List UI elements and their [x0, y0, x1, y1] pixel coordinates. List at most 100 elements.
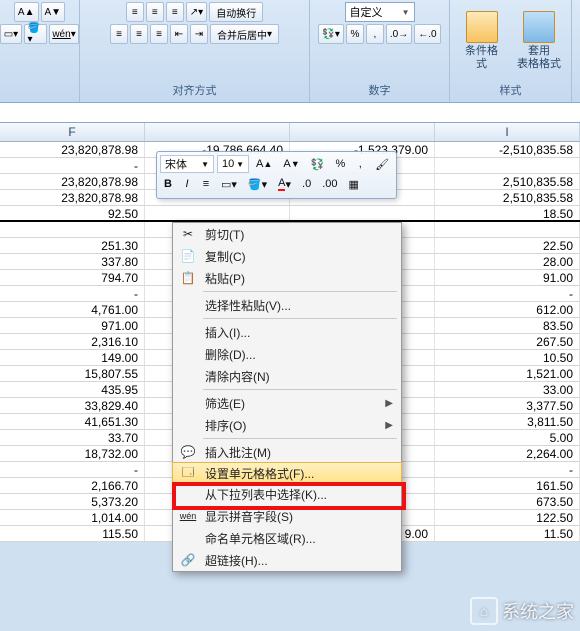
cell[interactable]: 1,521.00: [435, 366, 580, 381]
phonetic-btn[interactable]: wén▾: [49, 24, 78, 44]
wrap-text[interactable]: 自动换行: [209, 2, 263, 22]
cell[interactable]: -: [0, 286, 145, 301]
indent-dec[interactable]: ⇤: [170, 24, 188, 44]
cell[interactable]: 23,820,878.98: [0, 190, 145, 205]
cell[interactable]: 92.50: [0, 206, 145, 220]
ctx-insert[interactable]: 插入(I)...: [173, 321, 401, 343]
cell[interactable]: 612.00: [435, 302, 580, 317]
cell[interactable]: 10.50: [435, 350, 580, 365]
cell[interactable]: [435, 158, 580, 173]
cell[interactable]: 3,377.50: [435, 398, 580, 413]
cell[interactable]: 115.50: [0, 526, 145, 541]
orientation[interactable]: ↗▾: [186, 2, 207, 22]
cell[interactable]: 11.50: [435, 526, 580, 541]
mini-merge[interactable]: ▦: [345, 175, 363, 193]
align-top[interactable]: ≡: [126, 2, 144, 22]
cell[interactable]: -: [435, 462, 580, 477]
mini-fill[interactable]: 🪣▾: [244, 175, 271, 193]
mini-grow-font[interactable]: A▲: [252, 155, 276, 173]
align-middle[interactable]: ≡: [146, 2, 164, 22]
cell[interactable]: [290, 206, 435, 220]
cell[interactable]: [145, 206, 290, 220]
mini-currency[interactable]: 💱: [307, 155, 329, 173]
mini-font-color[interactable]: A▾: [274, 175, 295, 193]
number-format-combo[interactable]: 自定义▼: [345, 2, 415, 22]
cell[interactable]: 337.80: [0, 254, 145, 269]
ctx-phonetic[interactable]: wén显示拼音字段(S): [173, 505, 401, 527]
ctx-delete[interactable]: 删除(D)...: [173, 343, 401, 365]
table-row[interactable]: 92.50 18.50: [0, 206, 580, 222]
currency-btn[interactable]: 💱▾: [318, 24, 343, 44]
font-size-down[interactable]: A▼: [41, 2, 66, 22]
ctx-filter[interactable]: 筛选(E)▶: [173, 392, 401, 414]
align-bottom[interactable]: ≡: [166, 2, 184, 22]
merge-center[interactable]: 合并后居中 ▾: [210, 24, 279, 44]
cell[interactable]: 33,829.40: [0, 398, 145, 413]
mini-format-painter[interactable]: 🖌: [371, 155, 393, 173]
col-header[interactable]: [145, 123, 290, 141]
cell[interactable]: 2,510,835.58: [435, 174, 580, 189]
cell[interactable]: [0, 222, 145, 237]
cell[interactable]: 149.00: [0, 350, 145, 365]
col-header[interactable]: I: [435, 123, 580, 141]
ctx-pick-from-list[interactable]: 从下拉列表中选择(K)...: [173, 483, 401, 505]
indent-inc[interactable]: ⇥: [190, 24, 208, 44]
ctx-hyperlink[interactable]: 🔗超链接(H)...: [173, 549, 401, 571]
font-size-up[interactable]: A▲: [14, 2, 39, 22]
ctx-paste[interactable]: 📋粘贴(P): [173, 267, 401, 289]
align-left[interactable]: ≡: [110, 24, 128, 44]
mini-bold[interactable]: B: [160, 175, 176, 193]
cell[interactable]: 33.00: [435, 382, 580, 397]
ctx-paste-special[interactable]: 选择性粘贴(V)...: [173, 294, 401, 316]
cell[interactable]: -: [435, 286, 580, 301]
cell[interactable]: 18.50: [435, 206, 580, 220]
ctx-format-cells[interactable]: 🗔设置单元格格式(F)...: [172, 462, 402, 484]
cell[interactable]: 18,732.00: [0, 446, 145, 461]
cell[interactable]: 3,811.50: [435, 414, 580, 429]
fill-color-btn[interactable]: 🪣▾: [24, 24, 48, 44]
cell[interactable]: 91.00: [435, 270, 580, 285]
ctx-copy[interactable]: 📄复制(C): [173, 245, 401, 267]
cell[interactable]: 267.50: [435, 334, 580, 349]
align-center[interactable]: ≡: [130, 24, 148, 44]
ctx-cut[interactable]: ✂剪切(T): [173, 223, 401, 245]
ctx-clear[interactable]: 清除内容(N): [173, 365, 401, 387]
cell[interactable]: 2,264.00: [435, 446, 580, 461]
cell[interactable]: -: [0, 158, 145, 173]
cell[interactable]: 161.50: [435, 478, 580, 493]
cell[interactable]: 33.70: [0, 430, 145, 445]
mini-align-center[interactable]: ≡: [198, 175, 214, 193]
cell[interactable]: 794.70: [0, 270, 145, 285]
percent-btn[interactable]: %: [346, 24, 364, 44]
cell[interactable]: [435, 222, 580, 237]
mini-italic[interactable]: I: [179, 175, 195, 193]
cell[interactable]: 122.50: [435, 510, 580, 525]
mini-border[interactable]: ▭▾: [217, 175, 241, 193]
cell[interactable]: 5.00: [435, 430, 580, 445]
col-header[interactable]: F: [0, 123, 145, 141]
mini-inc-dec[interactable]: .0: [298, 175, 315, 193]
dec-decimal[interactable]: ←.0: [414, 24, 440, 44]
comma-btn[interactable]: ,: [366, 24, 384, 44]
col-header[interactable]: [290, 123, 435, 141]
cell[interactable]: 971.00: [0, 318, 145, 333]
align-right[interactable]: ≡: [150, 24, 168, 44]
ctx-define-name[interactable]: 命名单元格区域(R)...: [173, 527, 401, 549]
cell[interactable]: 2,166.70: [0, 478, 145, 493]
cell[interactable]: 4,761.00: [0, 302, 145, 317]
mini-percent[interactable]: %: [332, 155, 350, 173]
cell[interactable]: 22.50: [435, 238, 580, 253]
cell[interactable]: 23,820,878.98: [0, 142, 145, 157]
ctx-sort[interactable]: 排序(O)▶: [173, 414, 401, 436]
cell[interactable]: 15,807.55: [0, 366, 145, 381]
ctx-insert-comment[interactable]: 💬插入批注(M): [173, 441, 401, 463]
conditional-format-btn[interactable]: 条件格式: [454, 7, 509, 75]
mini-size-combo[interactable]: 10 ▼: [217, 155, 249, 173]
formula-bar[interactable]: [0, 103, 580, 123]
cell[interactable]: 28.00: [435, 254, 580, 269]
cell[interactable]: 23,820,878.98: [0, 174, 145, 189]
mini-comma[interactable]: ,: [352, 155, 368, 173]
cell[interactable]: 83.50: [435, 318, 580, 333]
border-btn[interactable]: ▭▾: [0, 24, 21, 44]
cell[interactable]: 251.30: [0, 238, 145, 253]
